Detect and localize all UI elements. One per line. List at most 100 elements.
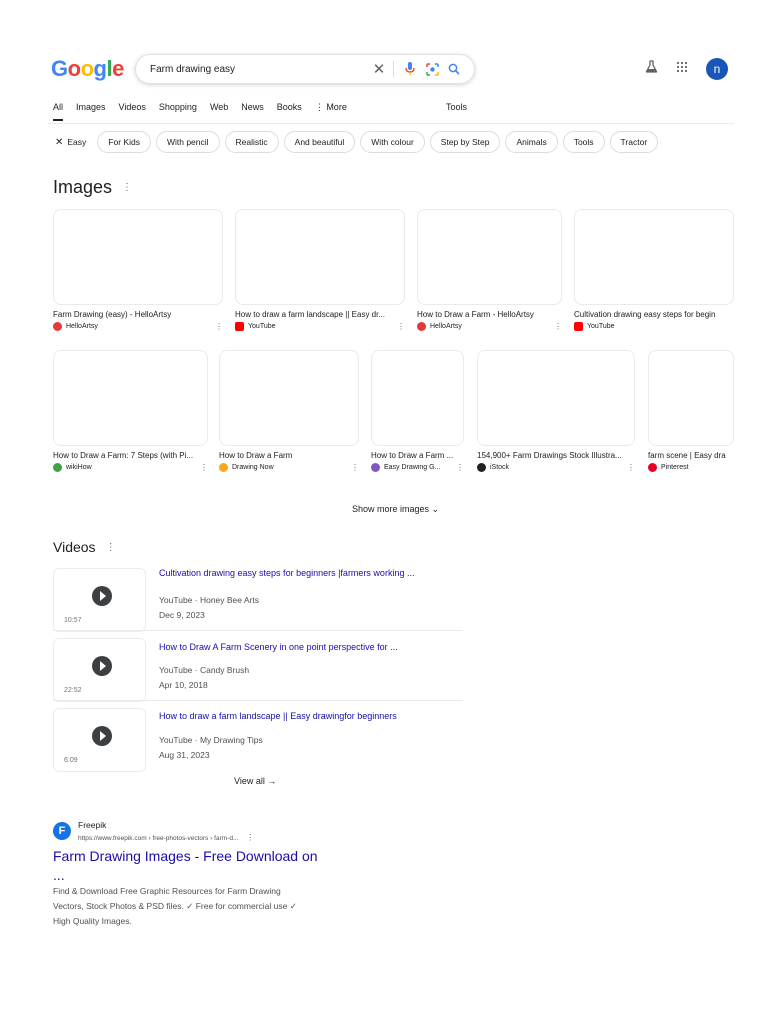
view-all-videos-button[interactable]: View all → <box>234 776 276 786</box>
video-thumbnail[interactable]: 22:52 <box>53 638 146 702</box>
result-description: Find & Download Free Graphic Resources f… <box>53 886 297 926</box>
show-more-images-button[interactable]: Show more images ⌄ <box>352 504 439 515</box>
video-source: YouTube · My Drawing Tips <box>159 735 263 745</box>
image-result[interactable]: How to Draw a Farm Drawing Now ⋮ <box>219 350 359 472</box>
freepik-favicon-icon[interactable]: F <box>53 822 71 840</box>
image-thumbnail[interactable] <box>53 350 208 446</box>
image-caption[interactable]: 154,900+ Farm Drawings Stock Illustra... <box>477 451 635 460</box>
image-source: Drawing Now <box>232 464 274 471</box>
more-options-icon[interactable]: ⋮ <box>122 182 132 193</box>
more-options-icon[interactable]: ⋮ <box>246 833 254 842</box>
image-caption[interactable]: How to Draw a Farm: 7 Steps (with Pi... <box>53 451 208 460</box>
image-thumbnail[interactable] <box>219 350 359 446</box>
image-thumbnail[interactable] <box>477 350 635 446</box>
image-thumbnail[interactable] <box>371 350 464 446</box>
video-thumbnail[interactable]: 10:57 <box>53 568 146 632</box>
chip-and-beautiful[interactable]: And beautiful <box>283 131 356 153</box>
more-options-icon[interactable]: ⋮ <box>456 463 464 472</box>
image-thumbnail[interactable] <box>648 350 734 446</box>
image-source: wikiHow <box>66 464 92 471</box>
tab-news[interactable]: News <box>241 102 264 121</box>
clear-icon[interactable]: ✕ <box>369 59 389 79</box>
image-result[interactable]: How to Draw a Farm ... Easy Drawing G...… <box>371 350 464 472</box>
more-options-icon[interactable]: ⋮ <box>627 463 635 472</box>
tab-images[interactable]: Images <box>76 102 106 121</box>
tab-books[interactable]: Books <box>277 102 302 121</box>
tab-videos[interactable]: Videos <box>119 102 146 121</box>
chip-with-colour[interactable]: With colour <box>360 131 425 153</box>
video-thumbnail[interactable]: 6:09 <box>53 708 146 772</box>
microphone-icon[interactable] <box>400 59 420 79</box>
more-options-icon[interactable]: ⋮ <box>351 463 359 472</box>
image-source: HelloArtsy <box>66 323 98 330</box>
image-thumbnail[interactable] <box>417 209 562 305</box>
video-title-link[interactable]: How to draw a farm landscape || Easy dra… <box>159 711 397 721</box>
chip-step-by-step[interactable]: Step by Step <box>429 131 501 153</box>
google-logo[interactable]: Google <box>51 56 124 82</box>
image-source: Easy Drawing G... <box>384 464 441 471</box>
tools-button[interactable]: Tools <box>446 102 467 112</box>
image-result[interactable]: How to Draw a Farm: 7 Steps (with Pi... … <box>53 350 208 472</box>
video-result[interactable]: 6:09 How to draw a farm landscape || Eas… <box>53 708 463 774</box>
tab-web[interactable]: Web <box>210 102 228 121</box>
image-caption[interactable]: How to Draw a Farm ... <box>371 451 464 460</box>
image-caption[interactable]: How to Draw a Farm - HelloArtsy <box>417 310 562 319</box>
divider <box>53 700 463 701</box>
account-avatar[interactable]: n <box>706 58 728 80</box>
more-options-icon[interactable]: ⋮ <box>106 542 116 553</box>
image-caption[interactable]: How to draw a farm landscape || Easy dr.… <box>235 310 405 319</box>
image-caption[interactable]: Farm Drawing (easy) - HelloArtsy <box>53 310 223 319</box>
video-result[interactable]: 10:57 Cultivation drawing easy steps for… <box>53 568 463 634</box>
video-duration: 6:09 <box>64 757 78 764</box>
tab-more[interactable]: ⋮ More <box>315 102 347 121</box>
tab-all[interactable]: All <box>53 102 64 121</box>
video-date: Dec 9, 2023 <box>159 610 205 620</box>
video-title-link[interactable]: How to Draw A Farm Scenery in one point … <box>159 642 398 652</box>
chip-realistic[interactable]: Realistic <box>224 131 279 153</box>
search-divider <box>393 61 394 77</box>
video-title-link[interactable]: Cultivation drawing easy steps for begin… <box>159 568 414 578</box>
apps-grid-icon[interactable] <box>676 60 688 78</box>
image-result[interactable]: Farm Drawing (easy) - HelloArtsy HelloAr… <box>53 209 223 331</box>
logo-letter: e <box>112 56 124 81</box>
labs-flask-icon[interactable] <box>645 60 658 78</box>
search-tabs: All Images Videos Shopping Web News Book… <box>53 102 360 121</box>
video-result[interactable]: 22:52 How to Draw A Farm Scenery in one … <box>53 638 463 704</box>
chip-tractor[interactable]: Tractor <box>609 131 659 153</box>
more-options-icon[interactable]: ⋮ <box>215 322 223 331</box>
image-result[interactable]: How to draw a farm landscape || Easy dr.… <box>235 209 405 331</box>
chip-for-kids[interactable]: For Kids <box>97 131 151 153</box>
more-options-icon[interactable]: ⋮ <box>397 322 405 331</box>
search-icon[interactable] <box>444 59 464 79</box>
more-options-icon[interactable]: ⋮ <box>554 322 562 331</box>
image-caption[interactable]: farm scene | Easy dra <box>648 451 734 460</box>
image-source: Pinterest <box>661 464 689 471</box>
section-heading: Videos <box>53 539 96 555</box>
chip-animals[interactable]: Animals <box>505 131 558 153</box>
result-url[interactable]: https://www.freepik.com › free-photos-ve… <box>78 833 254 842</box>
image-result[interactable]: 154,900+ Farm Drawings Stock Illustra...… <box>477 350 635 472</box>
image-caption[interactable]: How to Draw a Farm <box>219 451 359 460</box>
tab-shopping[interactable]: Shopping <box>159 102 197 121</box>
image-result[interactable]: How to Draw a Farm - HelloArtsy HelloArt… <box>417 209 562 331</box>
chip-easy[interactable]: ✕ Easy <box>53 131 93 153</box>
chip-with-pencil[interactable]: With pencil <box>155 131 220 153</box>
source-favicon-icon <box>53 463 62 472</box>
chip-tools[interactable]: Tools <box>562 131 605 153</box>
image-thumbnail[interactable] <box>53 209 223 305</box>
image-result[interactable]: farm scene | Easy dra Pinterest <box>648 350 734 472</box>
image-result[interactable]: Cultivation drawing easy steps for begin… <box>574 209 734 331</box>
lens-icon[interactable] <box>422 59 442 79</box>
istock-icon <box>477 463 486 472</box>
refinement-chips: ✕ Easy For Kids With pencil Realistic And… <box>53 131 659 153</box>
source-favicon-icon <box>53 322 62 331</box>
result-site-name[interactable]: Freepik <box>78 820 106 830</box>
search-input[interactable] <box>150 63 367 75</box>
image-thumbnail[interactable] <box>574 209 734 305</box>
image-thumbnail[interactable] <box>235 209 405 305</box>
logo-letter: o <box>80 56 94 81</box>
image-caption[interactable]: Cultivation drawing easy steps for begin <box>574 310 734 319</box>
result-title-link[interactable]: Farm Drawing Images - Free Download on .… <box>53 847 333 885</box>
more-options-icon[interactable]: ⋮ <box>200 463 208 472</box>
header-actions: n <box>645 58 728 80</box>
